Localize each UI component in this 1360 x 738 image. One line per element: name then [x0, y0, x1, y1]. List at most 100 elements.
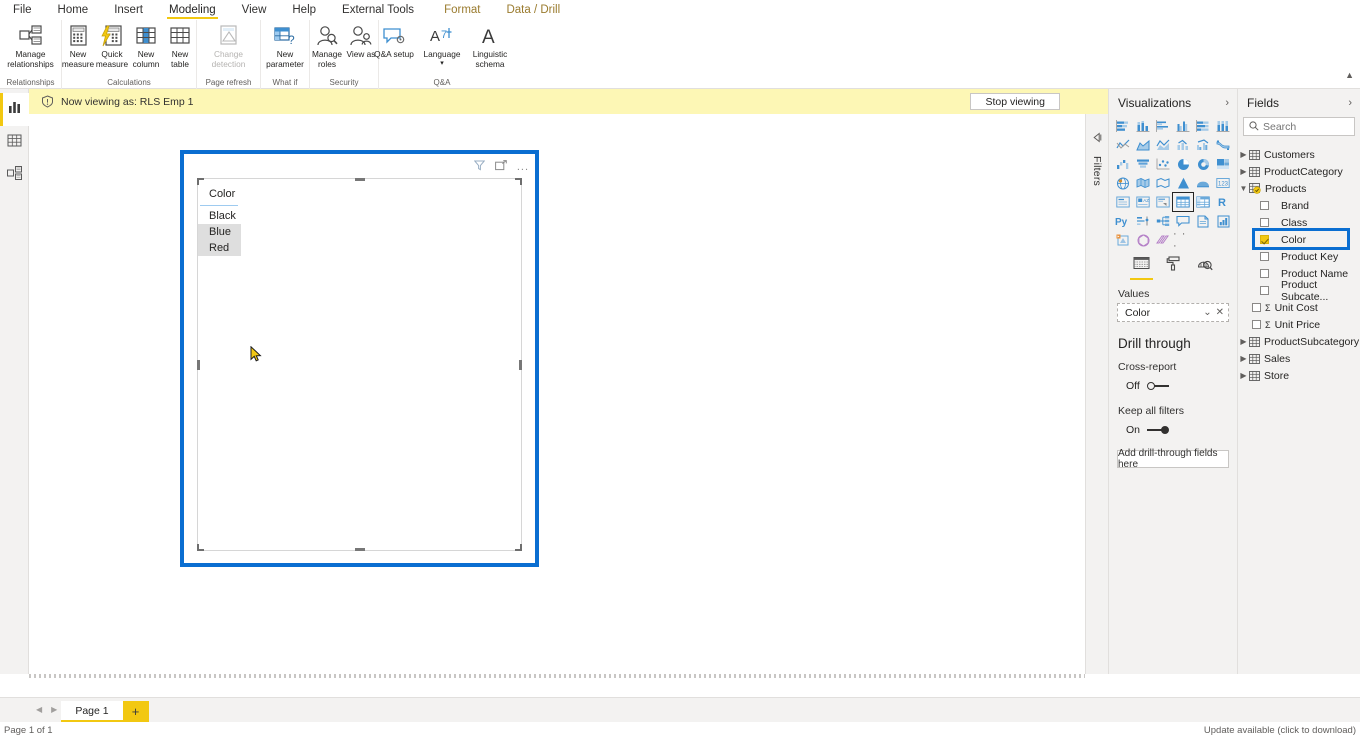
resize-handle-bottom-left[interactable] [197, 544, 204, 551]
sidebar-item-data-view[interactable] [0, 126, 29, 159]
analytics-tab[interactable] [1197, 256, 1213, 280]
field-checkbox[interactable] [1260, 218, 1269, 227]
field-item-color[interactable]: Color [1238, 228, 1360, 250]
pie-chart-icon[interactable] [1173, 155, 1193, 173]
sidebar-item-report-view[interactable] [0, 93, 29, 126]
format-tab[interactable] [1166, 256, 1181, 280]
shape-map-icon[interactable] [1153, 174, 1173, 192]
fields-search-box[interactable] [1243, 117, 1355, 136]
expand-left-icon[interactable] [1092, 130, 1103, 148]
cross-report-toggle[interactable] [1146, 381, 1169, 391]
table-visual-container[interactable]: ... Color Black Blue Red [180, 150, 539, 567]
chevron-right-icon[interactable]: ▶ [1238, 354, 1249, 363]
donut-chart-icon[interactable] [1193, 155, 1213, 173]
field-item-brand[interactable]: Brand [1238, 197, 1360, 214]
resize-handle-bottom-right[interactable] [515, 544, 522, 551]
ribbon-tab-help[interactable]: Help [279, 0, 329, 20]
change-detection-button[interactable]: Change detection [205, 23, 253, 69]
field-table-store[interactable]: ▶ Store [1238, 367, 1360, 384]
table-row[interactable]: Black [198, 208, 241, 224]
field-checkbox[interactable] [1260, 201, 1269, 210]
new-parameter-button[interactable]: ? New parameter [261, 23, 309, 69]
field-table-products[interactable]: ▼ Products [1238, 180, 1360, 197]
map-icon[interactable] [1113, 174, 1133, 192]
line-stacked-column-chart-icon[interactable] [1173, 136, 1193, 154]
search-input[interactable] [1263, 120, 1353, 133]
table-visual[interactable]: Color Black Blue Red [197, 178, 522, 551]
multi-row-card-icon[interactable]: AZ [1133, 193, 1153, 211]
stacked-area-chart-icon[interactable] [1153, 136, 1173, 154]
chevron-down-icon[interactable]: ⌄ [1203, 307, 1211, 318]
smart-narrative-icon[interactable] [1153, 231, 1173, 249]
table-row[interactable]: Red [198, 240, 241, 256]
field-table-productsubcategory[interactable]: ▶ ProductSubcategory [1238, 333, 1360, 350]
chevron-right-icon[interactable]: ▶ [1238, 167, 1249, 176]
resize-handle-right-middle[interactable] [519, 359, 522, 370]
linguistic-schema-button[interactable]: A Linguistic schema [466, 23, 514, 69]
resize-handle-bottom-middle[interactable] [354, 548, 365, 551]
field-checkbox[interactable] [1252, 303, 1261, 312]
100-stacked-column-chart-icon[interactable] [1213, 117, 1233, 135]
100-stacked-bar-chart-icon[interactable] [1193, 117, 1213, 135]
ribbon-tab-view[interactable]: View [229, 0, 280, 20]
clustered-bar-chart-icon[interactable] [1153, 117, 1173, 135]
field-checkbox[interactable] [1260, 269, 1269, 278]
narrative-icon[interactable] [1133, 231, 1153, 249]
chevron-down-icon[interactable]: ▼ [1238, 184, 1249, 193]
paginated-report-icon[interactable] [1193, 212, 1213, 230]
chevron-right-icon[interactable]: ▶ [51, 705, 57, 714]
filters-pane-collapsed[interactable]: Filters [1085, 114, 1108, 674]
key-influencers-icon[interactable] [1133, 212, 1153, 230]
close-icon[interactable]: ✕ [1216, 307, 1224, 318]
chevron-right-icon[interactable]: ▶ [1238, 371, 1249, 380]
decomposition-tree-icon[interactable] [1153, 212, 1173, 230]
field-checkbox[interactable] [1260, 286, 1269, 295]
ribbon-tab-data-drill[interactable]: Data / Drill [493, 0, 574, 20]
field-item-class[interactable]: Class [1238, 214, 1360, 231]
field-table-customers[interactable]: ▶ Customers [1238, 146, 1360, 163]
more-visuals-icon[interactable]: · · · [1173, 228, 1193, 252]
drill-through-drop-zone[interactable]: Add drill-through fields here [1117, 448, 1229, 470]
resize-handle-top-middle[interactable] [354, 178, 365, 181]
r-script-visual-icon[interactable]: R [1213, 193, 1233, 211]
field-table-sales[interactable]: ▶ Sales [1238, 350, 1360, 367]
area-chart-icon[interactable] [1133, 136, 1153, 154]
new-measure-button[interactable]: New measure [61, 23, 95, 69]
power-apps-icon[interactable] [1213, 212, 1233, 230]
filled-map-icon[interactable] [1133, 174, 1153, 192]
ribbon-tab-insert[interactable]: Insert [101, 0, 156, 20]
waterfall-chart-icon[interactable] [1113, 155, 1133, 173]
language-dropdown-chevron-icon[interactable]: ▾ [440, 60, 444, 67]
python-visual-icon[interactable]: Py [1113, 212, 1133, 230]
ribbon-tab-format[interactable]: Format [431, 0, 494, 20]
stacked-column-chart-icon[interactable] [1133, 117, 1153, 135]
report-canvas[interactable]: ... Color Black Blue Red [29, 114, 1085, 674]
table-column-header-color[interactable]: Color [200, 179, 238, 206]
stacked-bar-chart-icon[interactable] [1113, 117, 1133, 135]
manage-relationships-button[interactable]: Manage relationships [7, 23, 55, 69]
field-checkbox[interactable] [1260, 252, 1269, 261]
kpi-icon[interactable] [1153, 193, 1173, 211]
ribbon-tab-external-tools[interactable]: External Tools [329, 0, 427, 20]
card-icon[interactable] [1113, 193, 1133, 211]
funnel-chart-icon[interactable] [1133, 155, 1153, 173]
scatter-chart-icon[interactable] [1153, 155, 1173, 173]
add-page-button[interactable]: + [122, 701, 149, 722]
fields-tab[interactable] [1130, 256, 1153, 280]
chevron-left-icon[interactable]: ◀ [36, 705, 42, 714]
matrix-icon[interactable] [1193, 193, 1213, 211]
keep-all-filters-toggle-row[interactable]: On [1109, 419, 1237, 438]
ribbon-tab-file[interactable]: File [0, 0, 45, 20]
field-table-productcategory[interactable]: ▶ ProductCategory [1238, 163, 1360, 180]
chevron-right-icon[interactable]: › [1348, 97, 1352, 109]
stop-viewing-button[interactable]: Stop viewing [970, 93, 1060, 110]
azure-map-icon[interactable] [1173, 174, 1193, 192]
chevron-right-icon[interactable]: › [1225, 97, 1229, 109]
arcgis-map-icon[interactable] [1193, 174, 1213, 192]
clustered-column-chart-icon[interactable] [1173, 117, 1193, 135]
resize-handle-top-right[interactable] [515, 178, 522, 185]
r-script-visual-alt-icon[interactable]: 123 [1213, 174, 1233, 192]
language-button[interactable]: A 7 Language ▾ [418, 23, 466, 67]
keep-all-filters-toggle[interactable] [1147, 425, 1170, 435]
chevron-right-icon[interactable]: ▶ [1238, 150, 1249, 159]
